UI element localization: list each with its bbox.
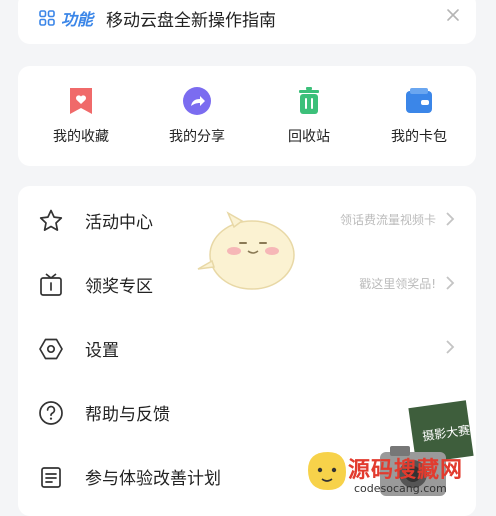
share-icon [183, 87, 211, 115]
star-icon [39, 209, 63, 231]
chevron-right-icon [446, 276, 455, 290]
grid-icon [39, 10, 55, 26]
notice-banner[interactable]: 功能 移动云盘全新操作指南 [18, 0, 476, 44]
notice-tag: 功能 [61, 10, 94, 29]
notice-title[interactable]: 移动云盘全新操作指南 [106, 6, 276, 31]
quick-favorites-label: 我的收藏 [53, 129, 109, 145]
menu-item-label: 设置 [85, 341, 119, 361]
help-icon [39, 401, 63, 425]
watermark-url: codesocang.com [354, 482, 447, 495]
quick-recycle-bin-label: 回收站 [288, 129, 330, 145]
quick-favorites[interactable]: 我的收藏 [26, 66, 136, 166]
menu-item-label: 帮助与反馈 [85, 405, 170, 425]
watermark: 源码搜藏网 codesocang.com [300, 446, 496, 501]
quick-wallet-label: 我的卡包 [391, 129, 447, 145]
quick-recycle-bin[interactable]: 回收站 [254, 66, 364, 166]
quick-shares-label: 我的分享 [169, 129, 225, 145]
survey-icon [41, 467, 61, 488]
quick-actions: 我的收藏 我的分享 回收站 我的卡包 [18, 66, 476, 166]
trash-icon [299, 87, 319, 114]
chevron-right-icon [446, 212, 455, 226]
menu-item-settings[interactable]: 设置 [18, 316, 476, 380]
menu-item-hint: 戳这里领奖品! [359, 277, 436, 291]
watermark-title: 源码搜藏网 [348, 458, 464, 483]
settings-icon [39, 338, 63, 360]
menu-item-label: 领奖专区 [85, 277, 153, 297]
menu-item-hint: 领话费流量视频卡 [339, 213, 436, 227]
chevron-right-icon [446, 340, 455, 354]
prize-icon [40, 273, 62, 296]
mascot-illustration [197, 211, 295, 290]
mascot-logo-icon [308, 452, 346, 490]
quick-shares[interactable]: 我的分享 [142, 66, 252, 166]
quick-wallet[interactable]: 我的卡包 [364, 66, 474, 166]
close-icon[interactable] [442, 4, 464, 26]
menu-item-label: 活动中心 [85, 213, 153, 233]
wallet-icon [406, 88, 432, 113]
menu-item-label: 参与体验改善计划 [85, 469, 221, 489]
bookmark-icon [70, 88, 92, 114]
